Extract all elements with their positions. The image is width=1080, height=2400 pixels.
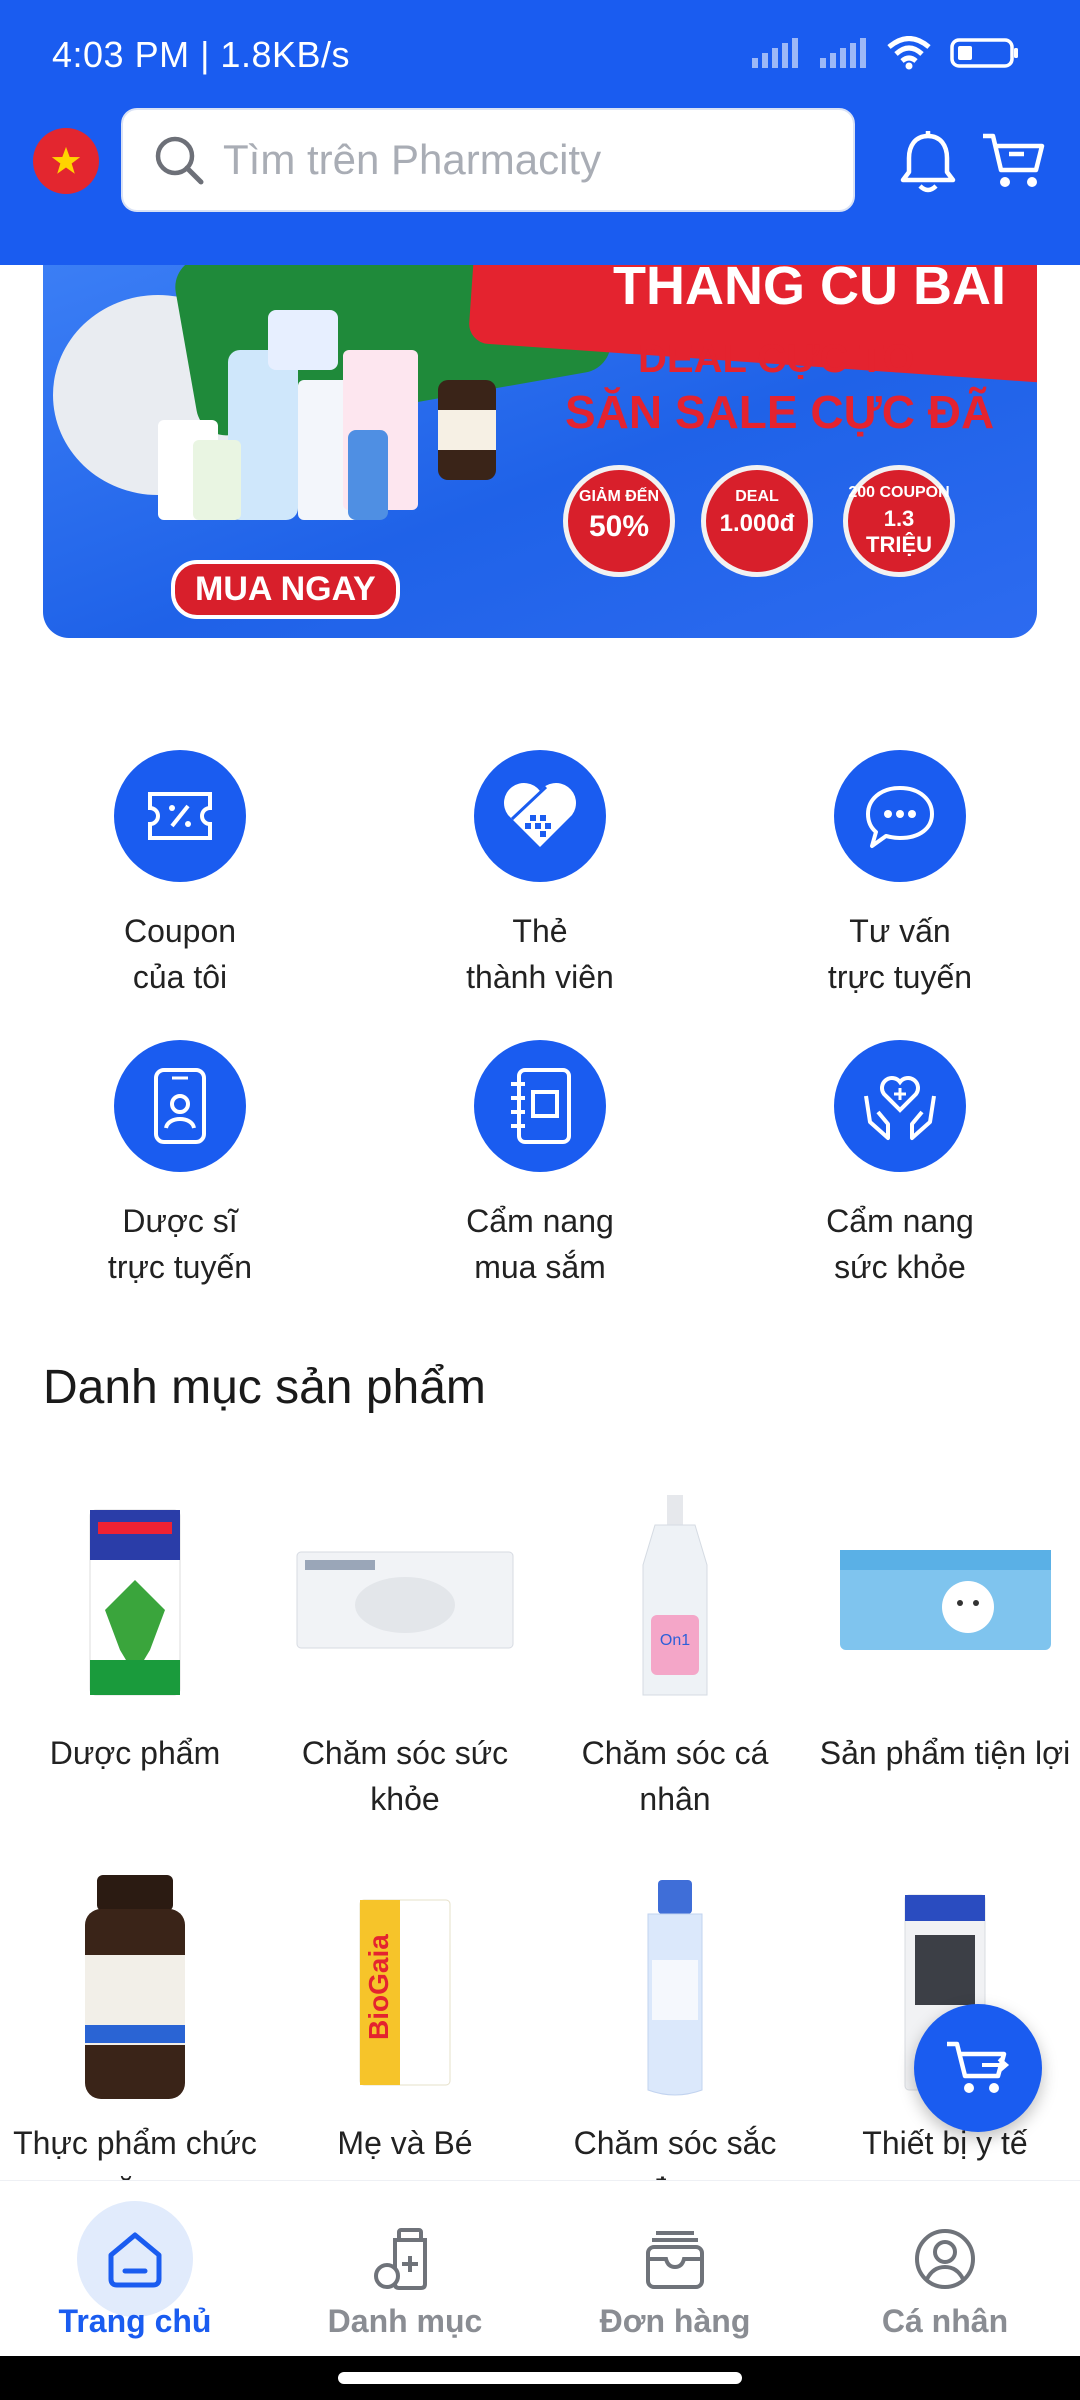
quick-action-coupon[interactable]: Coupon của tôi (30, 750, 330, 1000)
product-image (5, 1490, 265, 1710)
notebook-icon (474, 1040, 606, 1172)
category-label: Chăm sóc cá nhân (581, 1735, 769, 1817)
badge-small: DEAL (735, 488, 779, 505)
pharmacist-phone-icon (114, 1040, 246, 1172)
product-image: BioGaia (275, 1880, 535, 2100)
nav-label: Cá nhân (881, 2303, 1009, 2339)
quick-action-label: Thẻ thành viên (466, 913, 614, 995)
category-label: Thiết bị y tế (862, 2125, 1028, 2161)
nav-label: Danh mục (327, 2303, 483, 2339)
top-app-bar: 4:03 PM | 1.8KB/s Tìm trên Pharmacity (0, 0, 1080, 265)
quick-action-label: Cẩm nang sức khỏe (826, 1203, 974, 1285)
product-image (545, 1880, 805, 2100)
cart-icon[interactable] (980, 130, 1046, 197)
category-label: Dược phẩm (49, 1735, 221, 1771)
svg-text:BioGaia: BioGaia (363, 1934, 394, 2040)
product-image (275, 1490, 535, 1710)
category-item-me-va-be[interactable]: BioGaia Mẹ và Bé (275, 1880, 535, 2166)
signal-icon-2 (820, 38, 866, 68)
category-item-cham-soc-sac-dep[interactable]: Chăm sóc sắc đẹp (545, 1880, 805, 2212)
search-icon (155, 136, 204, 185)
bottom-navigation: Trang chủ Danh mục Đơn hàng Cá nhân (0, 2180, 1080, 2357)
quick-action-health-guide[interactable]: Cẩm nang sức khỏe (750, 1040, 1050, 1290)
quick-action-label: Coupon của tôi (123, 913, 237, 995)
vietnam-flag-icon[interactable] (33, 128, 99, 194)
quick-action-label: Tư vấn trực tuyến (827, 913, 973, 995)
nav-item-profile[interactable]: Cá nhân (810, 2181, 1080, 2357)
buy-now-button[interactable]: MUA NGAY (171, 560, 400, 619)
product-image (815, 1490, 1075, 1710)
product-image: On1 (545, 1490, 805, 1710)
banner-line-1: DEAL CỰC TO (638, 337, 915, 381)
medicine-bottle-icon (347, 2201, 463, 2317)
category-item-duoc-pham[interactable]: Dược phẩm (5, 1490, 265, 1776)
home-icon (77, 2201, 193, 2317)
banner-headline: THÁNG CỦ BÀI (613, 265, 1006, 316)
category-label: Mẹ và Bé (337, 2125, 473, 2161)
signal-icon (752, 38, 798, 68)
banner-products-image (158, 310, 496, 520)
banner-badge-1: GIẢM ĐẾN 50% (563, 465, 675, 577)
badge-big: 50% (588, 510, 650, 543)
quick-action-pharmacist[interactable]: Dược sĩ trực tuyến (30, 1040, 330, 1290)
coupon-icon (114, 750, 246, 882)
category-item-san-pham-tien-loi[interactable]: Sản phẩm tiện lợi (815, 1490, 1075, 1776)
home-gesture-pill[interactable] (338, 2372, 742, 2384)
battery-icon (950, 38, 1018, 68)
quick-action-online-advice[interactable]: Tư vấn trực tuyến (750, 750, 1050, 1000)
user-icon (887, 2201, 1003, 2317)
promo-banner[interactable]: THÁNG CỦ BÀI DEAL CỰC TO SĂN SALE CỰC ĐÃ… (43, 265, 1037, 638)
product-image (5, 1875, 265, 2100)
search-placeholder: Tìm trên Pharmacity (223, 136, 602, 183)
banner-badge-3: 200 COUPON 1.3 TRIỆU (843, 465, 955, 577)
notification-bell-icon[interactable] (898, 130, 958, 201)
category-item-cham-soc-suc-khoe[interactable]: Chăm sóc sức khỏe (275, 1490, 535, 1822)
nav-label: Trang chủ (58, 2303, 212, 2339)
badge-small: 200 COUPON (848, 484, 950, 501)
nav-item-orders[interactable]: Đơn hàng (540, 2181, 810, 2357)
floating-cart-button[interactable] (914, 2004, 1042, 2132)
wifi-icon (887, 36, 931, 70)
status-time: 4:03 PM | 1.8KB/s (52, 34, 350, 75)
category-label: Sản phẩm tiện lợi (819, 1735, 1071, 1771)
banner-badge-2: DEAL 1.000đ (701, 465, 813, 577)
category-item-thuc-pham-chuc-nang[interactable]: Thực phẩm chức năng (5, 1875, 265, 2212)
svg-text:On1: On1 (660, 1632, 690, 1649)
category-section-title: Danh mục sản phẩm (43, 1361, 486, 1414)
status-icons (750, 36, 1020, 70)
nav-item-category[interactable]: Danh mục (270, 2181, 540, 2357)
quick-action-shopping-guide[interactable]: Cẩm nang mua sắm (390, 1040, 690, 1290)
member-card-icon (474, 750, 606, 882)
chat-icon (834, 750, 966, 882)
banner-line-2: SĂN SALE CỰC ĐÃ (565, 386, 995, 438)
nav-label: Đơn hàng (599, 2303, 751, 2339)
quick-action-label: Dược sĩ trực tuyến (107, 1203, 253, 1285)
category-label: Chăm sóc sức khỏe (301, 1735, 509, 1817)
orders-box-icon (617, 2201, 733, 2317)
nav-item-home[interactable]: Trang chủ (0, 2181, 270, 2357)
health-hands-icon (834, 1040, 966, 1172)
badge-big: 1.3 TRIỆU (866, 506, 932, 557)
badge-small: GIẢM ĐẾN (579, 488, 659, 505)
quick-action-member-card[interactable]: Thẻ thành viên (390, 750, 690, 1000)
category-item-cham-soc-ca-nhan[interactable]: On1 Chăm sóc cá nhân (545, 1490, 805, 1822)
search-input[interactable]: Tìm trên Pharmacity (121, 108, 855, 212)
quick-action-label: Cẩm nang mua sắm (466, 1203, 614, 1285)
cart-icon (947, 2041, 1010, 2093)
badge-big: 1.000đ (719, 510, 795, 537)
